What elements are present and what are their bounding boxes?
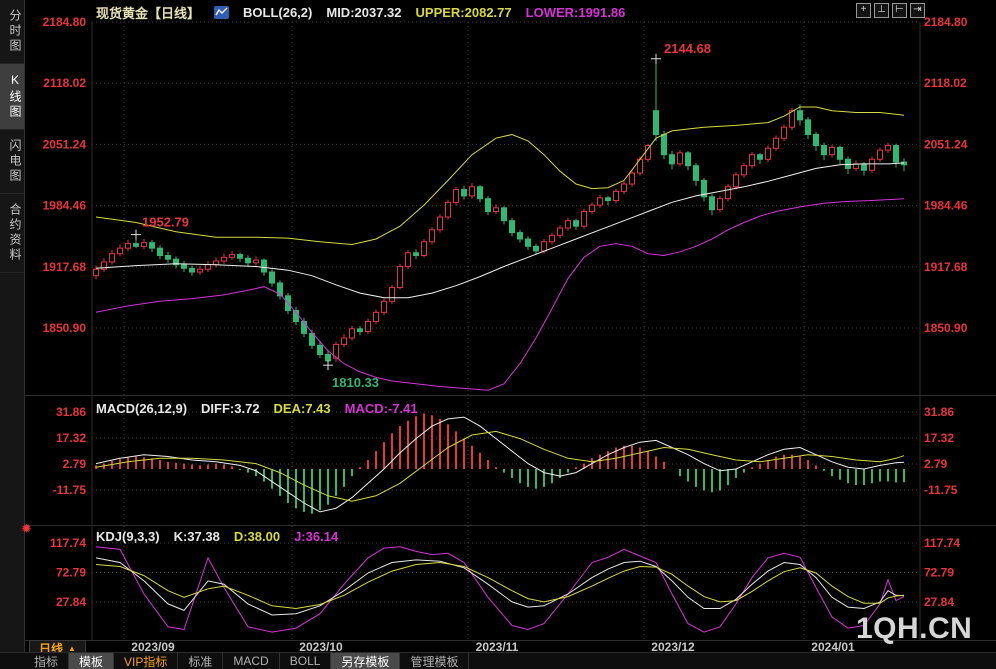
toolbar-tab-save-template[interactable]: 另存模板 bbox=[331, 653, 401, 669]
chart-type-icon bbox=[214, 6, 230, 19]
svg-text:17.32: 17.32 bbox=[924, 431, 954, 445]
chart-toolbar-icons: + ⊥ ⊢ ⇥ bbox=[856, 3, 925, 18]
sidebar-tab-flash-chart[interactable]: 闪电图 bbox=[0, 130, 24, 194]
svg-text:-11.75: -11.75 bbox=[924, 483, 958, 497]
bottom-toolbar: 指标 模板 VIP指标 标准 MACD BOLL 另存模板 管理模板 bbox=[0, 652, 996, 669]
main-chart-header: 现货黄金【日线】 BOLL(26,2) MID:2037.32 UPPER:2082… bbox=[96, 3, 625, 22]
svg-text:2118.02: 2118.02 bbox=[924, 76, 967, 90]
svg-text:1810.33: 1810.33 bbox=[332, 375, 379, 390]
candles-layer bbox=[93, 58, 907, 366]
svg-text:-11.75: -11.75 bbox=[53, 483, 87, 497]
svg-text:1917.68: 1917.68 bbox=[43, 260, 87, 274]
chart-canvas[interactable]: 2184.80 2184.80 2118.02 2118.02 2051.24 2051.… bbox=[0, 0, 996, 669]
svg-text:2184.80: 2184.80 bbox=[43, 15, 87, 29]
pan-right-icon[interactable]: ⇥ bbox=[910, 3, 925, 18]
axis-labels: 2184.80 2184.80 2118.02 2118.02 2051.24 2051.… bbox=[43, 15, 968, 609]
indicator-value: MID:2037.32 bbox=[326, 5, 402, 20]
svg-text:27.84: 27.84 bbox=[56, 595, 86, 609]
sidebar-tab-contract-info[interactable]: 合约资料 bbox=[0, 194, 24, 273]
svg-text:2118.02: 2118.02 bbox=[43, 76, 86, 90]
macd-value: MACD:-7.41 bbox=[344, 401, 418, 416]
indicator-value: UPPER:2082.77 bbox=[415, 5, 512, 20]
toolbar-tab-manage-template[interactable]: 管理模板 bbox=[400, 653, 470, 669]
svg-text:31.86: 31.86 bbox=[924, 405, 954, 419]
toolbar-tab-vip-indicator[interactable]: VIP指标 bbox=[114, 653, 179, 669]
sidebar: 分时图 K线图 闪电图 合约资料 bbox=[0, 0, 25, 652]
price-annotations: 1952.79 2144.68 1810.33 bbox=[131, 41, 711, 390]
app-window: 2184.80 2184.80 2118.02 2118.02 2051.24 2051.… bbox=[0, 0, 996, 669]
indicator-value: BOLL(26,2) bbox=[243, 5, 313, 20]
toolbar-tab-indicator[interactable]: 指标 bbox=[24, 653, 70, 669]
svg-text:72.79: 72.79 bbox=[924, 566, 954, 580]
svg-text:1917.68: 1917.68 bbox=[924, 260, 968, 274]
svg-text:31.86: 31.86 bbox=[56, 405, 86, 419]
crosshair-icon[interactable]: + bbox=[856, 3, 871, 18]
svg-text:2184.80: 2184.80 bbox=[924, 15, 968, 29]
axis-scale-up-icon[interactable]: ⊥ bbox=[874, 3, 889, 18]
indicator-alert-icon: ✹ bbox=[21, 521, 32, 536]
toolbar-tab-standard[interactable]: 标准 bbox=[178, 653, 224, 669]
macd-value: DIFF:3.72 bbox=[201, 401, 260, 416]
svg-text:2144.68: 2144.68 bbox=[664, 41, 711, 56]
macd-value: DEA:7.43 bbox=[273, 401, 331, 416]
sidebar-tab-time-share-chart[interactable]: 分时图 bbox=[0, 0, 24, 64]
macd-header: MACD(26,12,9) DIFF:3.72 DEA:7.43 MACD:-7.41 bbox=[96, 401, 418, 416]
svg-text:17.32: 17.32 bbox=[56, 431, 86, 445]
svg-text:1984.46: 1984.46 bbox=[924, 199, 968, 213]
svg-text:117.74: 117.74 bbox=[50, 536, 86, 550]
kdj-header: KDJ(9,3,3) K:37.38 D:38.00 J:36.14 bbox=[96, 529, 338, 544]
svg-text:1984.46: 1984.46 bbox=[43, 199, 87, 213]
svg-text:1850.90: 1850.90 bbox=[924, 321, 968, 335]
indicator-value: LOWER:1991.86 bbox=[525, 5, 626, 20]
instrument-title: 现货黄金【日线】 bbox=[96, 6, 201, 21]
svg-text:1952.79: 1952.79 bbox=[142, 215, 189, 230]
svg-text:1850.90: 1850.90 bbox=[43, 321, 87, 335]
boll-lines bbox=[95, 106, 905, 391]
kdj-value: K:37.38 bbox=[173, 529, 220, 544]
kdj-layer bbox=[95, 546, 905, 633]
svg-text:117.74: 117.74 bbox=[924, 536, 960, 550]
svg-text:2.79: 2.79 bbox=[924, 457, 948, 471]
kdj-value: D:38.00 bbox=[233, 529, 281, 544]
sidebar-tab-kline-chart[interactable]: K线图 bbox=[0, 64, 24, 130]
svg-text:2051.24: 2051.24 bbox=[924, 137, 968, 151]
svg-text:27.84: 27.84 bbox=[924, 595, 954, 609]
axis-scale-right-icon[interactable]: ⊢ bbox=[892, 3, 907, 18]
kdj-value: J:36.14 bbox=[294, 529, 339, 544]
toolbar-tab-boll[interactable]: BOLL bbox=[280, 653, 332, 669]
svg-text:72.79: 72.79 bbox=[56, 566, 86, 580]
svg-text:2051.24: 2051.24 bbox=[43, 137, 87, 151]
grid-lines bbox=[92, 21, 920, 640]
macd-value: MACD(26,12,9) bbox=[96, 401, 188, 416]
kdj-value: KDJ(9,3,3) bbox=[96, 529, 160, 544]
toolbar-tab-template[interactable]: 模板 bbox=[69, 653, 115, 669]
watermark: 1QH.CN bbox=[856, 612, 973, 645]
toolbar-tab-macd[interactable]: MACD bbox=[223, 653, 280, 669]
svg-text:2.79: 2.79 bbox=[63, 457, 87, 471]
panel-borders bbox=[25, 22, 996, 641]
